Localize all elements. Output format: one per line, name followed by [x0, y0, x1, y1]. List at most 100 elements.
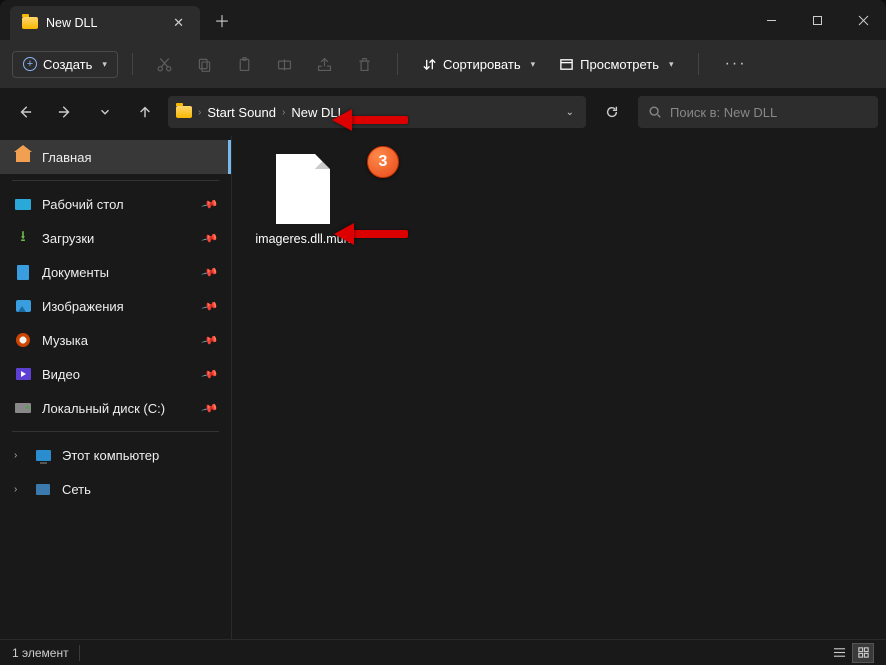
folder-icon [176, 106, 192, 118]
sidebar-desktop[interactable]: Рабочий стол 📌 [0, 187, 231, 221]
sidebar: Главная Рабочий стол 📌 ⭳ Загрузки 📌 Доку… [0, 136, 232, 639]
icons-view-button[interactable] [852, 643, 874, 663]
more-button[interactable]: ··· [713, 55, 759, 73]
pc-icon [36, 450, 51, 461]
sidebar-documents[interactable]: Документы 📌 [0, 255, 231, 289]
rename-button[interactable] [267, 46, 303, 82]
view-icon [559, 57, 574, 72]
separator [12, 431, 219, 432]
window-controls [748, 0, 886, 40]
recent-button[interactable] [88, 95, 122, 129]
pictures-icon [16, 300, 31, 312]
pin-icon: 📌 [201, 263, 219, 281]
sort-icon [422, 57, 437, 72]
breadcrumb-separator: › [198, 107, 201, 118]
drive-icon [15, 403, 31, 413]
search-placeholder: Поиск в: New DLL [670, 105, 777, 120]
tab-close-button[interactable]: ✕ [169, 13, 188, 33]
sidebar-label: Видео [42, 367, 80, 382]
window-tab[interactable]: New DLL ✕ [10, 6, 200, 40]
breadcrumb-parent[interactable]: Start Sound [207, 105, 276, 120]
separator [132, 53, 133, 75]
chevron-right-icon: › [14, 484, 24, 495]
chevron-down-icon: ▾ [669, 59, 674, 70]
view-button[interactable]: Просмотреть ▾ [549, 57, 683, 72]
sidebar-label: Локальный диск (C:) [42, 401, 165, 416]
sort-button[interactable]: Сортировать ▾ [412, 57, 545, 72]
chevron-down-icon: ▾ [531, 59, 536, 70]
music-icon [16, 333, 30, 347]
maximize-button[interactable] [794, 0, 840, 40]
sidebar-label: Рабочий стол [42, 197, 124, 212]
nav-row: › Start Sound › New DLL ⌄ Поиск в: New D… [0, 88, 886, 136]
sidebar-label: Главная [42, 150, 91, 165]
cut-button[interactable] [147, 46, 183, 82]
search-icon [648, 105, 662, 119]
sort-label: Сортировать [443, 57, 521, 72]
sidebar-network[interactable]: › Сеть [0, 472, 231, 506]
create-button[interactable]: + Создать ▾ [12, 51, 118, 78]
desktop-icon [15, 199, 31, 210]
address-dropdown[interactable]: ⌄ [562, 107, 578, 118]
minimize-button[interactable] [748, 0, 794, 40]
file-pane[interactable]: imageres.dll.mun 3 [232, 136, 886, 639]
tab-title: New DLL [46, 16, 161, 30]
explorer-window: New DLL ✕ ＋ + Создать ▾ Сортировать ▾ [0, 0, 886, 665]
sidebar-pictures[interactable]: Изображения 📌 [0, 289, 231, 323]
sidebar-label: Загрузки [42, 231, 94, 246]
body: Главная Рабочий стол 📌 ⭳ Загрузки 📌 Доку… [0, 136, 886, 639]
annotation-badge: 3 [367, 146, 399, 178]
up-button[interactable] [128, 95, 162, 129]
toolbar: + Создать ▾ Сортировать ▾ Просмотреть ▾ … [0, 40, 886, 88]
pin-icon: 📌 [201, 365, 219, 383]
pin-icon: 📌 [201, 331, 219, 349]
sidebar-label: Музыка [42, 333, 88, 348]
network-icon [36, 484, 50, 495]
file-icon [276, 154, 330, 224]
forward-button[interactable] [48, 95, 82, 129]
sidebar-this-pc[interactable]: › Этот компьютер [0, 438, 231, 472]
plus-icon: + [23, 57, 37, 71]
folder-icon [22, 17, 38, 29]
sidebar-drive-c[interactable]: Локальный диск (C:) 📌 [0, 391, 231, 425]
pin-icon: 📌 [201, 399, 219, 417]
status-bar: 1 элемент [0, 639, 886, 665]
pin-icon: 📌 [201, 297, 219, 315]
share-button[interactable] [307, 46, 343, 82]
sidebar-label: Документы [42, 265, 109, 280]
search-box[interactable]: Поиск в: New DLL [638, 96, 878, 128]
breadcrumb-separator: › [282, 107, 285, 118]
separator [698, 53, 699, 75]
close-button[interactable] [840, 0, 886, 40]
paste-button[interactable] [227, 46, 263, 82]
separator [79, 645, 80, 661]
sidebar-home[interactable]: Главная [0, 140, 231, 174]
view-mode-buttons [828, 643, 874, 663]
documents-icon [17, 265, 29, 280]
view-label: Просмотреть [580, 57, 659, 72]
details-view-button[interactable] [828, 643, 850, 663]
copy-button[interactable] [187, 46, 223, 82]
status-count: 1 элемент [12, 646, 69, 660]
new-tab-button[interactable]: ＋ [200, 8, 244, 32]
pin-icon: 📌 [201, 229, 219, 247]
separator [397, 53, 398, 75]
sidebar-videos[interactable]: Видео 📌 [0, 357, 231, 391]
videos-icon [16, 368, 31, 380]
refresh-button[interactable] [595, 95, 629, 129]
delete-button[interactable] [347, 46, 383, 82]
sidebar-downloads[interactable]: ⭳ Загрузки 📌 [0, 221, 231, 255]
downloads-icon: ⭳ [14, 229, 32, 247]
back-button[interactable] [8, 95, 42, 129]
chevron-down-icon: ▾ [102, 59, 107, 70]
home-icon [16, 152, 30, 162]
sidebar-label: Этот компьютер [62, 448, 159, 463]
separator [12, 180, 219, 181]
chevron-right-icon: › [14, 450, 24, 461]
sidebar-label: Изображения [42, 299, 124, 314]
sidebar-label: Сеть [62, 482, 91, 497]
sidebar-music[interactable]: Музыка 📌 [0, 323, 231, 357]
titlebar: New DLL ✕ ＋ [0, 0, 886, 40]
pin-icon: 📌 [201, 195, 219, 213]
create-label: Создать [43, 57, 92, 72]
